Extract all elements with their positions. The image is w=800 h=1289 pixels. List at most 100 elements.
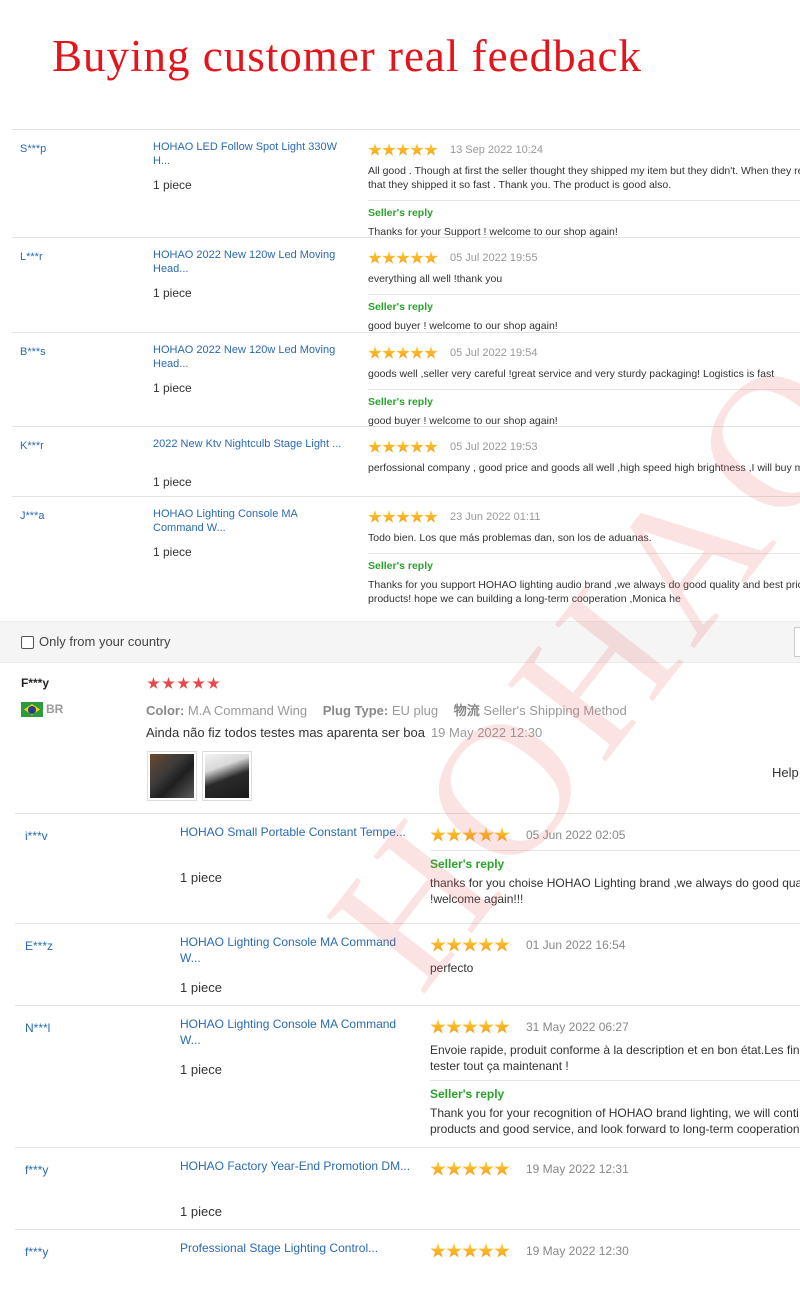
featured-review: F***y BR Color: M.A Command Wing Plug Ty… [0,662,800,813]
seller-reply: Seller's reply good buyer ! welcome to o… [368,389,800,428]
seller-reply: Seller's reply thanks for you choise HOH… [430,850,800,907]
rating-stars [368,440,438,454]
reviewer-name: S***p [20,143,47,155]
reviewer-name: E***z [25,939,54,953]
quantity: 1 piece [153,475,192,489]
review-row: E***z HOHAO Lighting Console MA Command … [15,923,800,1006]
plug-label: Plug Type: [322,703,389,718]
review-row: f***y Professional Stage Lighting Contro… [15,1229,800,1289]
review-row: K***r 2022 New Ktv Nightculb Stage Light… [12,426,800,497]
reviewer-name: L***r [20,251,43,263]
review-row: S***p HOHAO LED Follow Spot Light 330W H… [12,129,800,238]
review-text: All good . Though at first the seller th… [368,165,800,191]
rating-stars [368,510,438,524]
reviewer-name: B***s [20,346,46,358]
filter-bar: Only from your country [0,621,800,663]
review-date: 19 May 2022 12:30 [430,725,543,740]
rating-stars [430,937,510,953]
review-date: 05 Jul 2022 19:53 [450,441,538,453]
quantity: 1 piece [153,178,192,192]
banner-title: Buying customer real feedback [52,31,643,81]
shipping-label: 物流 [453,703,480,718]
rating-stars [430,1243,510,1259]
product-attributes: Color: M.A Command Wing Plug Type: EU pl… [146,700,627,719]
seller-reply-label: Seller's reply [430,857,505,871]
quantity: 1 piece [153,545,192,559]
review-photo-thumbnail[interactable] [202,751,252,801]
seller-reply: Seller's reply good buyer ! welcome to o… [368,294,800,333]
brazil-flag-icon [21,702,43,717]
review-date: 31 May 2022 06:27 [526,1020,629,1034]
review-row: N***l HOHAO Lighting Console MA Command … [15,1005,800,1148]
review-row: i***v HOHAO Small Portable Constant Temp… [15,813,800,924]
product-link[interactable]: 2022 New Ktv Nightculb Stage Light ... [153,437,353,451]
product-link[interactable]: HOHAO LED Follow Spot Light 330W H... [153,140,353,168]
reviewer-name: N***l [25,1021,51,1035]
seller-reply-label: Seller's reply [368,301,433,313]
seller-reply: Seller's reply Thank you for your recogn… [430,1080,800,1137]
seller-reply-label: Seller's reply [368,207,433,219]
product-link[interactable]: HOHAO Lighting Console MA Command W... [180,1016,415,1048]
quantity: 1 piece [153,286,192,300]
quantity: 1 piece [180,980,222,995]
rating-stars [147,677,220,690]
review-text: Todo bien. Los que más problemas dan, so… [368,532,652,544]
review-date: 05 Jul 2022 19:55 [450,252,538,264]
seller-reply: Seller's reply Thanks for you support HO… [368,553,800,606]
sort-dropdown[interactable] [794,627,800,657]
product-link[interactable]: HOHAO Lighting Console MA Command W... [153,507,348,535]
country-filter-checkbox[interactable] [21,636,34,649]
seller-reply-text: Thank you for your recognition of HOHAO … [430,1106,800,1136]
review-date: 19 May 2022 12:31 [526,1162,629,1176]
reviewer-name: i***v [25,829,48,843]
reviewer-name: F***y [21,676,50,690]
seller-reply-text: thanks for you choise HOHAO Lighting bra… [430,876,800,906]
review-date: 23 Jun 2022 01:11 [450,511,541,523]
review-text: goods well ,seller very careful !great s… [368,368,775,380]
product-link[interactable]: HOHAO 2022 New 120w Led Moving Head... [153,343,338,371]
country-filter-label[interactable]: Only from your country [39,634,171,649]
quantity: 1 piece [153,381,192,395]
review-row: f***y HOHAO Factory Year-End Promotion D… [15,1147,800,1230]
review-photo-thumbnail[interactable] [147,751,197,801]
review-text: everything all well !thank you [368,273,503,285]
product-link[interactable]: Professional Stage Lighting Control... [180,1240,415,1256]
rating-stars [430,1019,510,1035]
review-text: perfecto [430,961,474,975]
shipping-value: Seller's Shipping Method [483,703,627,718]
rating-stars [368,251,438,265]
review-text: perfossional company , good price and go… [368,462,800,474]
rating-stars [430,1161,510,1177]
seller-reply-text: Thanks for you support HOHAO lighting au… [368,579,800,605]
helpful-button[interactable]: Help [772,765,799,780]
plug-value: EU plug [391,703,439,718]
product-link[interactable]: HOHAO Lighting Console MA Command W... [180,934,415,966]
reviewer-country: BR [46,702,64,716]
review-date: 13 Sep 2022 10:24 [450,144,543,156]
seller-reply: Seller's reply Thanks for your Support !… [368,200,800,239]
quantity: 1 piece [180,1204,222,1219]
reviewer-name: K***r [20,440,44,452]
product-link[interactable]: HOHAO Small Portable Constant Tempe... [180,824,415,840]
rating-stars [368,346,438,360]
seller-reply-label: Seller's reply [368,560,433,572]
review-row: L***r HOHAO 2022 New 120w Led Moving Hea… [12,237,800,333]
review-text: Envoie rapide, produit conforme à la des… [430,1043,800,1073]
review-date: 05 Jul 2022 19:54 [450,347,538,359]
rating-stars [368,143,438,157]
review-row: B***s HOHAO 2022 New 120w Led Moving Hea… [12,332,800,427]
quantity: 1 piece [180,1062,222,1077]
reviewer-name: f***y [25,1163,49,1177]
color-value: M.A Command Wing [187,703,308,718]
product-link[interactable]: HOHAO 2022 New 120w Led Moving Head... [153,248,338,276]
review-row: J***a HOHAO Lighting Console MA Command … [12,496,800,607]
reviewer-name: J***a [20,510,45,522]
color-label: Color: [146,703,185,718]
reviewer-name: f***y [25,1245,49,1259]
product-link[interactable]: HOHAO Factory Year-End Promotion DM... [180,1158,415,1174]
review-date: 05 Jun 2022 02:05 [526,828,626,842]
seller-reply-label: Seller's reply [368,396,433,408]
review-text: Ainda não fiz todos testes mas aparenta … [146,725,543,740]
seller-reply-text: good buyer ! welcome to our shop again! [368,320,558,332]
review-date: 19 May 2022 12:30 [526,1244,629,1258]
